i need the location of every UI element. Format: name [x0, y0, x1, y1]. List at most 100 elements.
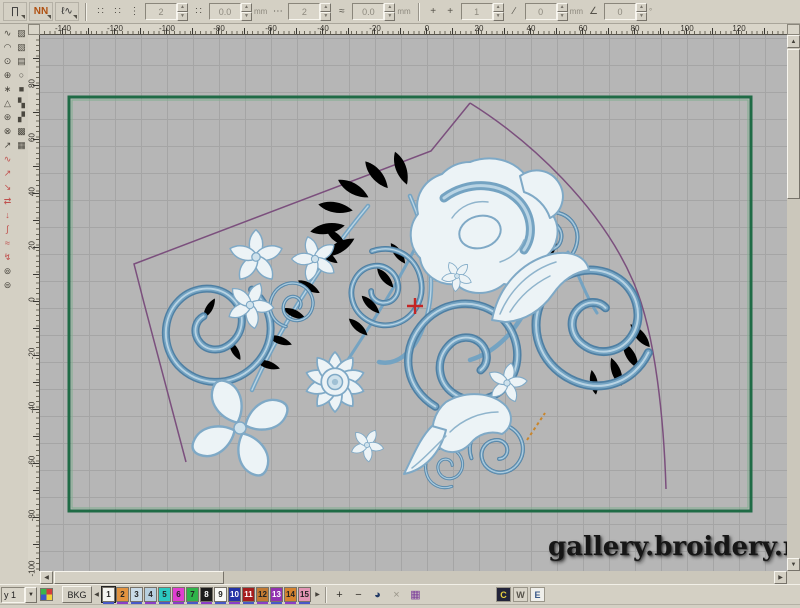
- spin-up-icon[interactable]: ▲: [177, 3, 188, 12]
- horizontal-scroll-thumb[interactable]: [54, 571, 224, 584]
- cut-icon[interactable]: ×: [389, 587, 404, 603]
- daisy-flower: [304, 352, 365, 412]
- round-tool-icon-2[interactable]: ⊜: [1, 278, 14, 292]
- repeat-count-field[interactable]: 2 ▲ ▼: [288, 3, 332, 21]
- palette-icon[interactable]: [40, 588, 53, 601]
- offset-field[interactable]: 0 ▲ ▼ mm: [524, 3, 583, 21]
- scroll-up-button[interactable]: ▲: [787, 35, 800, 48]
- spool-icon[interactable]: ◕: [370, 587, 385, 603]
- vertical-scrollbar[interactable]: ▲ ▼: [787, 35, 800, 571]
- curve-edit-tool[interactable]: ℓ∿: [55, 2, 79, 21]
- tool-icon-13[interactable]: ⊛: [1, 110, 14, 124]
- color-swatch-6[interactable]: 6: [172, 587, 185, 604]
- spin-down-icon[interactable]: ▼: [556, 12, 568, 21]
- tool-icon-7[interactable]: ⊕: [1, 68, 14, 82]
- color-swatch-5[interactable]: 5: [158, 587, 171, 604]
- stitch-tool-icon-1[interactable]: ∿: [1, 152, 14, 166]
- layer-dropdown[interactable]: y 1 ▼: [1, 586, 37, 603]
- dropdown-arrow-icon[interactable]: ▼: [25, 586, 37, 603]
- angle-field-spinner[interactable]: ▲ ▼: [635, 3, 647, 21]
- tool-icon-15[interactable]: ⊗: [1, 124, 14, 138]
- spin-down-icon[interactable]: ▼: [177, 12, 188, 21]
- stitch-tool-icon-7[interactable]: ≈: [1, 236, 14, 250]
- stitch-width-field[interactable]: 0.0 ▲ ▼ mm: [352, 3, 411, 21]
- spin-down-icon[interactable]: ▼: [635, 12, 647, 21]
- tool-icon-12[interactable]: ▚: [15, 96, 28, 110]
- color-swatch-4[interactable]: 4: [144, 587, 157, 604]
- color-swatch-15[interactable]: 15: [298, 587, 311, 604]
- color-swatch-7[interactable]: 7: [186, 587, 199, 604]
- color-swatch-3[interactable]: 3: [130, 587, 143, 604]
- stitch-length-field-spinner[interactable]: ▲ ▼: [241, 3, 252, 21]
- stitch-pattern-tool[interactable]: NN: [29, 2, 53, 21]
- color-swatch-2[interactable]: 2: [116, 587, 129, 604]
- stitch-tool-icon-5[interactable]: ↓: [1, 208, 14, 222]
- repeat-count-field-spinner[interactable]: ▲ ▼: [320, 3, 332, 21]
- tool-icon-10[interactable]: ■: [15, 82, 28, 96]
- background-color-button[interactable]: BKG: [62, 586, 92, 603]
- palette-next-icon[interactable]: ▶: [313, 587, 322, 602]
- tool-icon-16[interactable]: ▩: [15, 124, 28, 138]
- spin-up-icon[interactable]: ▲: [384, 3, 396, 12]
- stitch-length-field[interactable]: 0.0 ▲ ▼ mm: [209, 3, 267, 21]
- app-icon-2[interactable]: W: [513, 587, 528, 602]
- scale-field-spinner[interactable]: ▲ ▼: [492, 3, 504, 21]
- stitch-count-field-spinner[interactable]: ▲ ▼: [177, 3, 188, 21]
- tool-icon-17[interactable]: ↗: [1, 138, 14, 152]
- color-swatch-13[interactable]: 13: [270, 587, 283, 604]
- color-swatch-11[interactable]: 11: [242, 587, 255, 604]
- stitch-tool-icon-6[interactable]: ∫: [1, 222, 14, 236]
- app-icon-1[interactable]: C: [496, 587, 511, 602]
- tool-icon-2[interactable]: ▨: [15, 26, 28, 40]
- spin-up-icon[interactable]: ▲: [320, 3, 332, 12]
- spin-up-icon[interactable]: ▲: [241, 3, 252, 12]
- spin-up-icon[interactable]: ▲: [635, 3, 647, 12]
- color-swatch-9[interactable]: 9: [214, 587, 227, 604]
- ruler-corner: [28, 24, 40, 35]
- spin-down-icon[interactable]: ▼: [320, 12, 332, 21]
- design-canvas[interactable]: gallery.broidery.ru: [40, 35, 787, 571]
- palette-prev-icon[interactable]: ◀: [92, 587, 101, 602]
- scroll-left-button[interactable]: ◀: [40, 571, 53, 584]
- color-swatch-12[interactable]: 12: [256, 587, 269, 604]
- angle-field[interactable]: 0 ▲ ▼ °: [603, 3, 652, 21]
- tool-icon-4[interactable]: ▧: [15, 40, 28, 54]
- scroll-down-button[interactable]: ▼: [787, 558, 800, 571]
- tool-icon-18[interactable]: ▦: [15, 138, 28, 152]
- color-swatch-8[interactable]: 8: [200, 587, 213, 604]
- stitch-count-field[interactable]: 2 ▲ ▼: [145, 3, 188, 21]
- add-color-button[interactable]: +: [332, 587, 347, 603]
- stitch-tool-icon-8[interactable]: ↯: [1, 250, 14, 264]
- tool-icon-1[interactable]: ∿: [1, 26, 14, 40]
- tool-icon-9[interactable]: ∗: [1, 82, 14, 96]
- scale-field[interactable]: 1 ▲ ▼: [460, 3, 504, 21]
- stitch-tool-icon-2[interactable]: ↗: [1, 166, 14, 180]
- stitch-marks-tool[interactable]: ∏: [3, 2, 27, 21]
- tool-icon-3[interactable]: ◠: [1, 40, 14, 54]
- color-swatch-14[interactable]: 14: [284, 587, 297, 604]
- stitch-tool-icon-3[interactable]: ↘: [1, 180, 14, 194]
- spin-up-icon[interactable]: ▲: [556, 3, 568, 12]
- tool-icon-5[interactable]: ⊙: [1, 54, 14, 68]
- tool-icon-14[interactable]: ▞: [15, 110, 28, 124]
- scroll-right-button[interactable]: ▶: [774, 571, 787, 584]
- round-tool-icon-1[interactable]: ⊚: [1, 264, 14, 278]
- stitch-tool-icon-4[interactable]: ⇄: [1, 194, 14, 208]
- tool-icon-11[interactable]: △: [1, 96, 14, 110]
- tool-icon-8[interactable]: ○: [15, 68, 28, 82]
- horizontal-scrollbar[interactable]: ◀ ▶: [40, 571, 787, 584]
- color-swatch-10[interactable]: 10: [228, 587, 241, 604]
- vertical-scroll-thumb[interactable]: [787, 49, 800, 199]
- spin-down-icon[interactable]: ▼: [384, 12, 396, 21]
- app-icon-3[interactable]: E: [530, 587, 545, 602]
- color-swatch-1[interactable]: 1: [101, 586, 116, 604]
- spin-up-icon[interactable]: ▲: [492, 3, 504, 12]
- stitch-width-field-spinner[interactable]: ▲ ▼: [384, 3, 396, 21]
- offset-field-spinner[interactable]: ▲ ▼: [556, 3, 568, 21]
- ruler-label: 0: [424, 24, 430, 33]
- spin-down-icon[interactable]: ▼: [241, 12, 252, 21]
- palette-grid-icon[interactable]: ▦: [408, 587, 423, 603]
- spin-down-icon[interactable]: ▼: [492, 12, 504, 21]
- tool-icon-6[interactable]: ▤: [15, 54, 28, 68]
- remove-color-button[interactable]: −: [351, 587, 366, 603]
